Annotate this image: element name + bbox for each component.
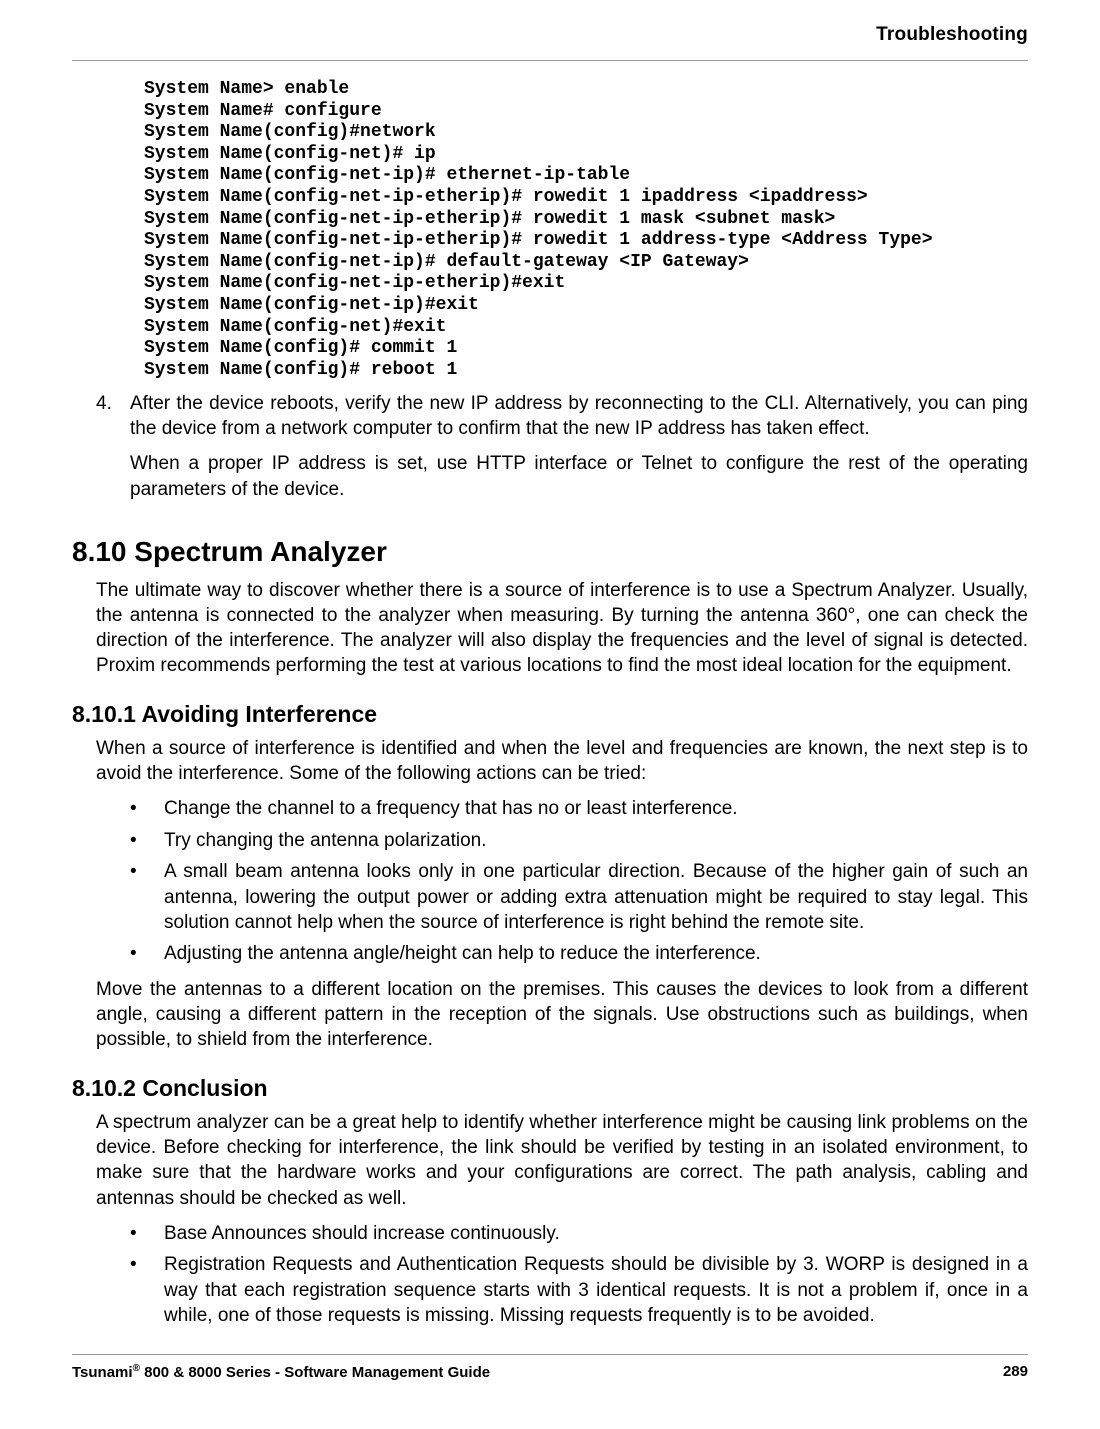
heading-8-10-1: 8.10.1 Avoiding Interference — [72, 701, 1028, 728]
heading-8-10: 8.10 Spectrum Analyzer — [72, 536, 1028, 568]
list-item: Try changing the antenna polarization. — [130, 828, 1028, 853]
step-4-body: After the device reboots, verify the new… — [130, 391, 1028, 511]
list-item: Registration Requests and Authentication… — [130, 1252, 1028, 1328]
sec-8-10-1-p2: Move the antennas to a different locatio… — [96, 977, 1028, 1053]
footer-left: Tsunami® 800 & 8000 Series - Software Ma… — [72, 1363, 490, 1381]
cli-code-block: System Name> enable System Name# configu… — [144, 79, 1028, 381]
footer: Tsunami® 800 & 8000 Series - Software Ma… — [72, 1354, 1028, 1381]
step-4-p1: After the device reboots, verify the new… — [130, 391, 1028, 441]
page: Troubleshooting System Name> enable Syst… — [0, 0, 1100, 1429]
sec-8-10-1-p1: When a source of interference is identif… — [96, 736, 1028, 787]
footer-rule — [72, 1354, 1028, 1355]
list-item: Base Announces should increase continuou… — [130, 1221, 1028, 1246]
sec-8-10-p1: The ultimate way to discover whether the… — [96, 578, 1028, 679]
sec-8-10-1-bullets: Change the channel to a frequency that h… — [130, 796, 1028, 967]
running-head: Troubleshooting — [72, 24, 1028, 46]
step-4: 4. After the device reboots, verify the … — [96, 391, 1028, 511]
list-item: A small beam antenna looks only in one p… — [130, 859, 1028, 935]
step-4-p2: When a proper IP address is set, use HTT… — [130, 451, 1028, 501]
heading-8-10-2: 8.10.2 Conclusion — [72, 1075, 1028, 1102]
step-4-marker: 4. — [96, 391, 130, 511]
list-item: Change the channel to a frequency that h… — [130, 796, 1028, 821]
top-rule — [72, 60, 1028, 61]
sec-8-10-2-bullets: Base Announces should increase continuou… — [130, 1221, 1028, 1329]
list-item: Adjusting the antenna angle/height can h… — [130, 941, 1028, 966]
footer-page-number: 289 — [1003, 1363, 1028, 1381]
sec-8-10-2-p1: A spectrum analyzer can be a great help … — [96, 1110, 1028, 1211]
